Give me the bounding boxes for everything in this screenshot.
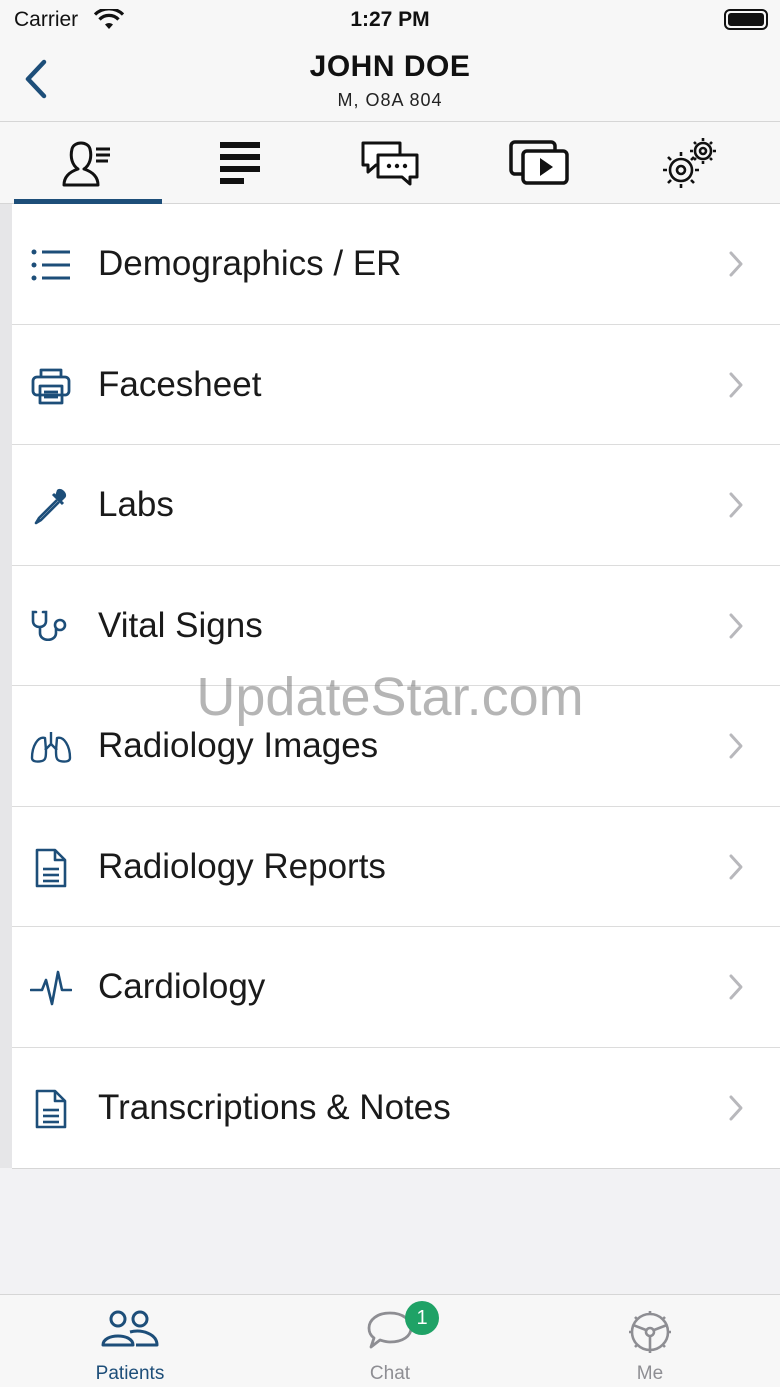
chat-bubbles-icon — [361, 141, 419, 186]
list-left-edge — [0, 204, 12, 1168]
tab-messages[interactable] — [314, 122, 466, 204]
document-icon — [30, 847, 72, 889]
chevron-right-icon — [729, 1095, 743, 1120]
chevron-right-icon — [729, 733, 743, 759]
tab-me[interactable]: Me — [520, 1295, 780, 1387]
media-play-icon — [509, 140, 569, 185]
patient-profile-icon — [62, 141, 110, 187]
menu-item-cardiology[interactable]: Cardiology — [12, 927, 780, 1048]
chevron-right-icon — [729, 492, 743, 518]
tab-chat[interactable]: 1 Chat — [260, 1295, 520, 1387]
dropper-icon — [30, 485, 72, 527]
menu-item-label: Facesheet — [98, 364, 262, 404]
printer-icon — [30, 365, 72, 407]
status-time: 1:27 PM — [350, 8, 430, 31]
patient-name: JOHN DOE — [309, 50, 471, 83]
menu-item-facesheet[interactable]: Facesheet — [12, 325, 780, 445]
menu-item-label: Cardiology — [98, 967, 266, 1006]
battery-icon — [724, 9, 768, 30]
list-icon — [30, 244, 72, 286]
tab-settings[interactable] — [614, 122, 766, 204]
menu-item-label: Radiology Reports — [98, 846, 386, 886]
menu-list: Demographics / ER Facesheet Labs Vital S… — [12, 204, 780, 1169]
menu-item-radiology-reports[interactable]: Radiology Reports — [12, 807, 780, 927]
chat-badge: 1 — [405, 1301, 439, 1335]
chevron-right-icon — [729, 372, 743, 397]
chevron-right-icon — [729, 613, 743, 638]
menu-item-label: Transcriptions & Notes — [98, 1087, 451, 1127]
status-bar: Carrier 1:27 PM — [0, 0, 780, 42]
lungs-icon — [30, 726, 72, 768]
menu-item-transcriptions[interactable]: Transcriptions & Notes — [12, 1048, 780, 1169]
menu-item-radiology-images[interactable]: Radiology Images — [12, 686, 780, 807]
tab-label: Chat — [369, 1363, 411, 1384]
menu-item-label: Labs — [98, 485, 174, 524]
tab-label: Patients — [95, 1363, 165, 1384]
patients-icon — [101, 1310, 159, 1347]
tab-media[interactable] — [464, 122, 616, 204]
tab-list[interactable] — [164, 122, 316, 204]
menu-item-label: Vital Signs — [98, 605, 263, 645]
nav-header: JOHN DOE M, O8A 804 — [0, 42, 780, 122]
tab-patient-profile[interactable] — [12, 122, 164, 204]
bottom-tab-bar: Patients 1 Chat Me — [0, 1294, 780, 1387]
tab-patients[interactable]: Patients — [0, 1295, 260, 1387]
menu-item-label: Demographics / ER — [98, 244, 402, 283]
document-icon — [30, 1088, 72, 1130]
patient-info: M, O8A 804 — [337, 90, 443, 110]
chevron-right-icon — [729, 251, 743, 277]
chevron-right-icon — [729, 854, 743, 879]
stethoscope-icon — [30, 606, 72, 648]
menu-item-label: Radiology Images — [98, 726, 379, 765]
gears-icon — [663, 138, 716, 188]
menu-item-vital-signs[interactable]: Vital Signs — [12, 566, 780, 686]
tab-label: Me — [636, 1363, 664, 1384]
chevron-right-icon — [729, 974, 743, 1000]
menu-item-labs[interactable]: Labs — [12, 445, 780, 566]
menu-item-demographics[interactable]: Demographics / ER — [12, 204, 780, 325]
top-tab-bar — [0, 122, 780, 204]
list-lines-icon — [220, 142, 260, 184]
steering-wheel-icon — [629, 1311, 671, 1353]
heartbeat-icon — [30, 967, 72, 1009]
